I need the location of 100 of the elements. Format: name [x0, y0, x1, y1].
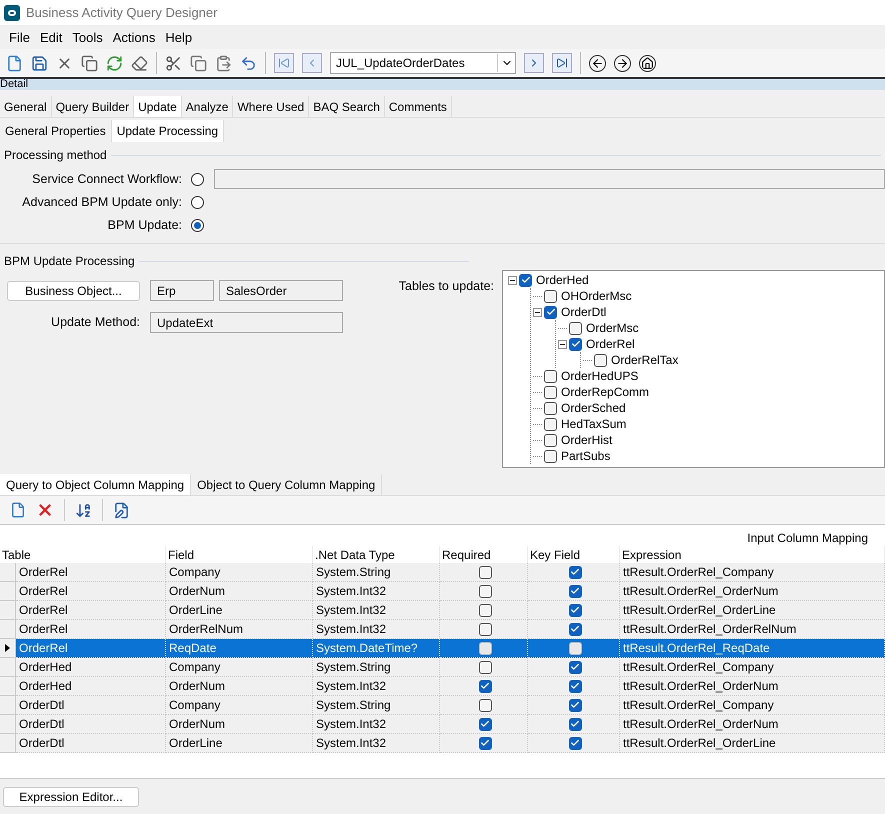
key-field-checkbox[interactable]	[568, 604, 582, 616]
key-field-checkbox[interactable]	[568, 660, 582, 674]
menu-item[interactable]: File	[4, 28, 35, 48]
tree-checkbox[interactable]	[569, 338, 582, 350]
table-cell: OrderNum	[166, 715, 313, 734]
tree-item[interactable]: OHOrderMsc	[561, 287, 632, 305]
required-checkbox[interactable]	[478, 566, 492, 578]
table-cell: OrderDtl	[16, 734, 166, 753]
tree-checkbox[interactable]	[519, 274, 532, 286]
home-icon[interactable]	[639, 54, 656, 72]
sort-icon[interactable]	[75, 502, 92, 518]
tree-item[interactable]: PartSubs	[561, 447, 610, 465]
radio-button[interactable]	[191, 218, 204, 232]
collapse-icon[interactable]	[558, 340, 567, 348]
tree-item[interactable]: HedTaxSum	[561, 415, 626, 433]
table-cell: ttResult.OrderRel_Company	[620, 563, 885, 582]
required-checkbox[interactable]	[478, 680, 492, 692]
collapse-icon[interactable]	[508, 276, 517, 284]
required-checkbox[interactable]	[478, 604, 492, 616]
table-cell: OrderNum	[166, 677, 313, 696]
required-checkbox[interactable]	[478, 736, 492, 750]
radio-label: Advanced BPM Update only:	[21, 194, 182, 211]
key-field-checkbox[interactable]	[568, 718, 582, 730]
update-method-label: Update Method:	[50, 314, 140, 332]
key-field-checkbox[interactable]	[568, 566, 582, 578]
table-cell: OrderDtl	[16, 696, 166, 715]
radio-label: BPM Update:	[106, 216, 182, 234]
table-cell: System.Int32	[313, 677, 440, 696]
tree-checkbox[interactable]	[544, 370, 557, 382]
key-field-checkbox[interactable]	[568, 736, 582, 750]
tree-checkbox[interactable]	[544, 386, 557, 398]
section-title: Processing method	[4, 147, 107, 164]
text-field[interactable]: Erp	[150, 280, 214, 301]
row-header[interactable]	[0, 639, 16, 658]
required-checkbox[interactable]	[478, 584, 492, 598]
text-field[interactable]: SalesOrder	[219, 280, 343, 301]
table-cell: System.Int32	[313, 620, 440, 639]
required-checkbox[interactable]	[478, 718, 492, 730]
menu-item[interactable]: Actions	[108, 28, 160, 48]
back-icon[interactable]	[589, 54, 606, 72]
paste-icon[interactable]	[215, 54, 232, 72]
key-field-checkbox[interactable]	[568, 698, 582, 712]
edit-icon[interactable]	[113, 502, 130, 518]
business-object-button[interactable]: Business Object...	[7, 280, 140, 300]
tab[interactable]: Update	[134, 96, 182, 117]
undo-icon[interactable]	[240, 54, 257, 72]
tree-checkbox[interactable]	[544, 450, 557, 462]
tree-item[interactable]: OrderRelTax	[611, 351, 678, 369]
tree-item[interactable]: OrderSched	[561, 399, 626, 417]
required-checkbox[interactable]	[478, 622, 492, 636]
new-file-icon[interactable]	[6, 54, 23, 72]
tree-item[interactable]: OrderHed	[536, 271, 589, 289]
tab[interactable]: Query to Object Column Mapping	[0, 474, 192, 495]
table-cell: OrderRelNum	[166, 620, 313, 639]
query-combo[interactable]: JUL_UpdateOrderDates	[330, 52, 516, 74]
required-checkbox[interactable]	[478, 642, 492, 654]
required-checkbox[interactable]	[478, 698, 492, 712]
tree-item[interactable]: OrderHist	[561, 431, 612, 449]
next-record-button[interactable]	[524, 53, 544, 73]
required-checkbox[interactable]	[478, 660, 492, 674]
menu-item[interactable]: Help	[160, 28, 198, 48]
tree-checkbox[interactable]	[569, 322, 582, 334]
tab[interactable]: Query Builder	[52, 96, 134, 117]
tree-item[interactable]: OrderDtl	[561, 303, 606, 321]
save-icon[interactable]	[31, 54, 48, 72]
collapse-icon[interactable]	[533, 308, 542, 316]
tab[interactable]: Update Processing	[112, 120, 224, 142]
table-cell: ttResult.OrderRel_Company	[620, 658, 885, 677]
eraser-icon[interactable]	[131, 54, 148, 72]
duplicate-icon[interactable]	[190, 54, 207, 72]
menu-item[interactable]: Tools	[67, 28, 108, 48]
cut-icon[interactable]	[165, 54, 182, 72]
last-record-button[interactable]	[552, 53, 572, 73]
tree-checkbox[interactable]	[594, 354, 607, 366]
key-field-checkbox[interactable]	[568, 584, 582, 598]
expression-editor-button[interactable]: Expression Editor...	[3, 787, 139, 807]
table-cell: ttResult.OrderRel_OrderNum	[620, 582, 885, 601]
tree-checkbox[interactable]	[544, 434, 557, 446]
tree-checkbox[interactable]	[544, 402, 557, 414]
tree-item[interactable]: OrderRepComm	[561, 383, 650, 401]
tree-checkbox[interactable]	[544, 418, 557, 430]
tree-item[interactable]: OrderMsc	[586, 319, 639, 337]
key-field-checkbox[interactable]	[568, 642, 582, 654]
refresh-icon[interactable]	[106, 54, 123, 72]
tree-checkbox[interactable]	[544, 306, 557, 318]
update-method-field[interactable]: UpdateExt	[150, 312, 343, 333]
workflow-field[interactable]	[214, 169, 885, 189]
tree-item[interactable]: OrderRel	[586, 335, 635, 353]
radio-button[interactable]	[191, 196, 204, 208]
tree-checkbox[interactable]	[544, 290, 557, 302]
radio-button[interactable]	[191, 172, 204, 186]
key-field-checkbox[interactable]	[568, 622, 582, 636]
key-field-checkbox[interactable]	[568, 680, 582, 692]
table-cell: ttResult.OrderRel_OrderNum	[620, 715, 885, 734]
table-cell: OrderHed	[16, 658, 166, 677]
forward-icon[interactable]	[614, 54, 631, 72]
new-file-icon[interactable]	[10, 502, 26, 518]
menu-item[interactable]: Edit	[34, 28, 68, 48]
copy-icon[interactable]	[81, 54, 98, 72]
tree-item[interactable]: OrderHedUPS	[561, 367, 638, 385]
